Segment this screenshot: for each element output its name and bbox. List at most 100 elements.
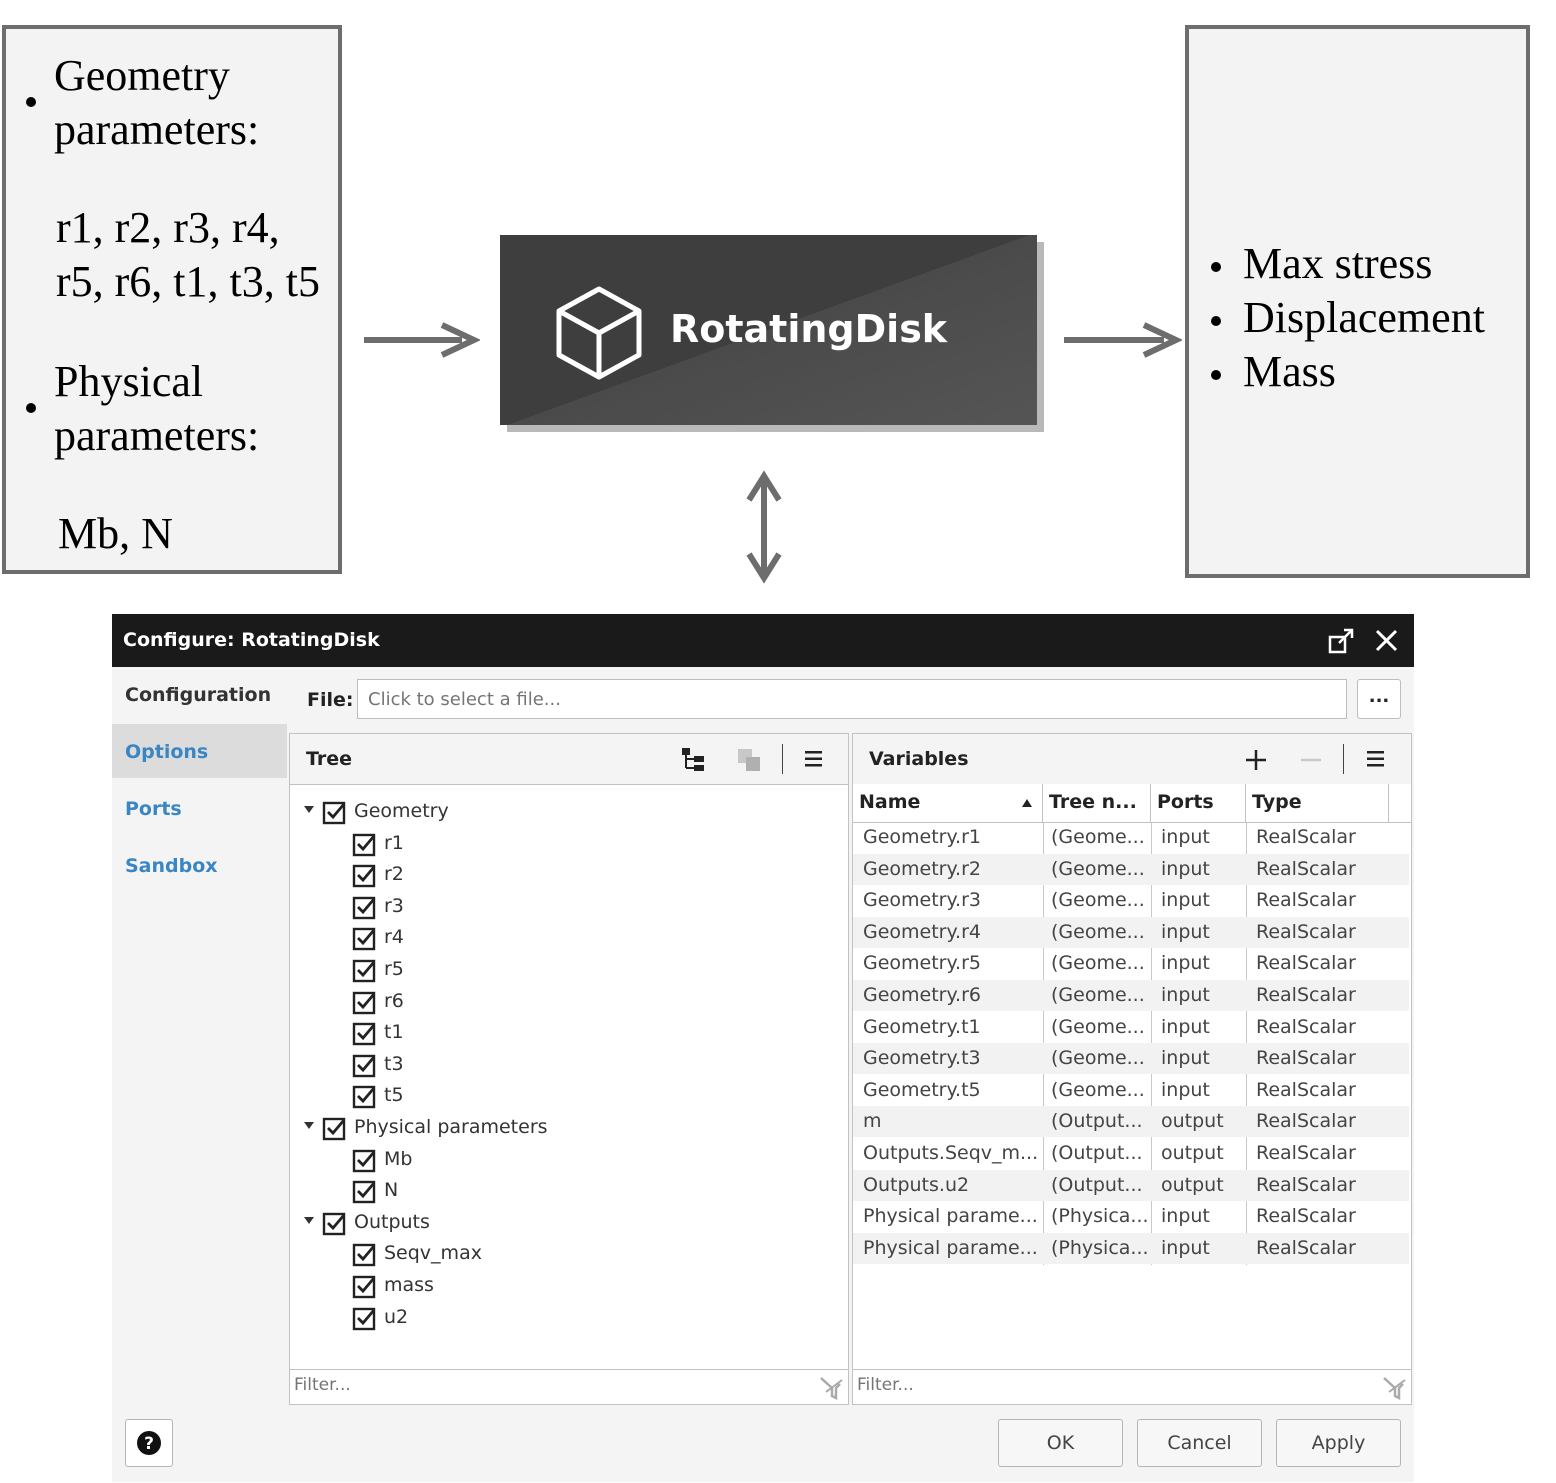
- cell-type: RealScalar: [1256, 857, 1356, 880]
- checkbox-checked-icon[interactable]: [352, 832, 378, 858]
- cell-tree-name: (Output...: [1051, 1110, 1143, 1133]
- expand-triangle-icon[interactable]: [304, 1216, 314, 1224]
- apply-button[interactable]: Apply: [1276, 1419, 1401, 1467]
- nav-ports[interactable]: Ports: [125, 798, 182, 820]
- checkbox-checked-icon[interactable]: [352, 1274, 378, 1300]
- cell-tree-name: (Output...: [1051, 1142, 1143, 1164]
- table-row[interactable]: Outputs.Seqv_m... (Output... output RealSca…: [853, 1138, 1409, 1169]
- geometry-params-line-2: r5, r6, t1, t3, t5: [56, 257, 320, 306]
- ok-button[interactable]: OK: [998, 1419, 1123, 1467]
- cell-type: RealScalar: [1256, 1205, 1356, 1228]
- cell-tree-name: (Geome...: [1051, 857, 1145, 880]
- checkbox-checked-icon[interactable]: [322, 1116, 348, 1142]
- table-row[interactable]: Geometry.t3 (Geome... input RealScalar: [853, 1043, 1409, 1075]
- variables-filter-input[interactable]: [855, 1374, 1359, 1396]
- cell-ports: input: [1161, 857, 1210, 880]
- column-tree-name[interactable]: Tree n...: [1043, 784, 1151, 822]
- tree-filter-input[interactable]: [292, 1374, 796, 1396]
- checkbox-checked-icon[interactable]: [352, 958, 378, 984]
- tree-label: t1: [384, 1021, 404, 1044]
- cell-name: Outputs.Seqv_m...: [863, 1142, 1039, 1164]
- table-row[interactable]: Outputs.u2 (Output... output RealScalar: [853, 1169, 1409, 1201]
- checkbox-checked-icon[interactable]: [352, 926, 378, 952]
- cell-tree-name: (Output...: [1051, 1173, 1143, 1196]
- cell-name: Physical parame...: [863, 1205, 1038, 1228]
- table-row[interactable]: Geometry.r5 (Geome... input RealScalar: [853, 948, 1409, 979]
- expand-triangle-icon[interactable]: [304, 806, 314, 813]
- table-row[interactable]: m (Output... output RealScalar: [853, 1106, 1409, 1138]
- variables-panel: Variables Name Tree n... Ports Type Geom…: [852, 733, 1412, 1405]
- checkbox-checked-icon[interactable]: [352, 1179, 378, 1205]
- cube-icon: [556, 286, 642, 380]
- cell-type: RealScalar: [1256, 920, 1356, 943]
- checkbox-checked-icon[interactable]: [352, 1148, 378, 1174]
- checkbox-checked-icon[interactable]: [352, 1053, 378, 1079]
- checkbox-checked-icon[interactable]: [352, 1242, 378, 1268]
- output-displacement: Displacement: [1243, 293, 1485, 342]
- tree-label: Physical parameters: [354, 1116, 548, 1138]
- geometry-label: Geometry: [54, 51, 230, 100]
- checkbox-checked-icon[interactable]: [352, 895, 378, 921]
- nav-configuration[interactable]: Configuration: [125, 684, 271, 706]
- pop-out-icon[interactable]: [1327, 626, 1357, 656]
- column-ports[interactable]: Ports: [1151, 784, 1246, 822]
- tree-header: Tree: [290, 734, 848, 785]
- cell-ports: input: [1161, 952, 1210, 975]
- physical-params: Mb, N: [58, 509, 173, 558]
- cell-type: RealScalar: [1256, 889, 1356, 912]
- table-row[interactable]: Geometry.t1 (Geome... input RealScalar: [853, 1012, 1409, 1043]
- nav-options[interactable]: Options: [125, 741, 208, 763]
- cell-type: RealScalar: [1256, 1015, 1356, 1038]
- cell-type: RealScalar: [1256, 1142, 1356, 1164]
- table-row[interactable]: Geometry.r3 (Geome... input RealScalar: [853, 885, 1409, 916]
- clear-filter-icon[interactable]: [1381, 1374, 1407, 1400]
- dialog-footer: ? OK Cancel Apply: [112, 1405, 1414, 1482]
- checkbox-checked-icon[interactable]: [352, 1306, 378, 1332]
- checkbox-checked-icon[interactable]: [352, 1084, 378, 1110]
- menu-icon[interactable]: [803, 748, 825, 770]
- browse-button[interactable]: ...: [1357, 679, 1401, 719]
- file-input[interactable]: [357, 679, 1347, 719]
- bullet: [26, 403, 36, 413]
- help-button[interactable]: ?: [125, 1419, 173, 1467]
- table-row[interactable]: Geometry.r2 (Geome... input RealScalar: [853, 853, 1409, 885]
- checkbox-checked-icon[interactable]: [352, 863, 378, 889]
- cell-name: Geometry.r1: [863, 826, 981, 848]
- toolbar-separator: [782, 744, 783, 774]
- clear-filter-icon[interactable]: [818, 1374, 844, 1400]
- checkbox-checked-icon[interactable]: [352, 990, 378, 1016]
- right-arrow-icon: [364, 322, 480, 358]
- bullet: [1211, 262, 1221, 272]
- table-row[interactable]: Geometry.r6 (Geome... input RealScalar: [853, 980, 1409, 1011]
- output-max-stress: Max stress: [1243, 239, 1433, 288]
- column-type[interactable]: Type: [1246, 784, 1389, 822]
- outputs-box: Max stress Displacement Mass: [1185, 25, 1530, 578]
- tree-label: r4: [384, 926, 404, 949]
- tree-hierarchy-icon[interactable]: [680, 746, 710, 774]
- table-row[interactable]: Geometry.t5 (Geome... input RealScalar: [853, 1075, 1409, 1106]
- cell-name: Geometry.t5: [863, 1078, 981, 1101]
- cell-name: Physical parame...: [863, 1236, 1038, 1259]
- cell-ports: input: [1161, 1205, 1210, 1228]
- table-row[interactable]: Geometry.r4 (Geome... input RealScalar: [853, 916, 1409, 948]
- checkbox-checked-icon[interactable]: [322, 1211, 348, 1237]
- sort-ascending-icon: [1022, 799, 1032, 807]
- column-name[interactable]: Name: [853, 784, 1043, 822]
- cancel-button[interactable]: Cancel: [1137, 1419, 1262, 1467]
- close-icon[interactable]: [1372, 626, 1402, 656]
- nav-sandbox[interactable]: Sandbox: [125, 855, 218, 877]
- checkbox-checked-icon[interactable]: [352, 1021, 378, 1047]
- tree-label: r1: [384, 831, 404, 854]
- expand-triangle-icon[interactable]: [304, 1122, 314, 1129]
- table-row[interactable]: Geometry.r1 (Geome... input RealScalar: [853, 822, 1409, 853]
- cell-name: Geometry.r5: [863, 952, 981, 975]
- add-icon[interactable]: [1243, 747, 1269, 773]
- copy-icon[interactable]: [735, 746, 765, 774]
- menu-icon[interactable]: [1365, 748, 1387, 770]
- table-row[interactable]: Physical parame... (Physica... input RealSc…: [853, 1232, 1409, 1264]
- geometry-params-line-1: r1, r2, r3, r4,: [56, 203, 280, 252]
- remove-icon[interactable]: [1298, 747, 1324, 773]
- checkbox-checked-icon[interactable]: [322, 800, 348, 826]
- table-row[interactable]: Physical parame... (Physica... input RealSc…: [853, 1201, 1409, 1232]
- tree-label: Seqv_max: [384, 1242, 482, 1265]
